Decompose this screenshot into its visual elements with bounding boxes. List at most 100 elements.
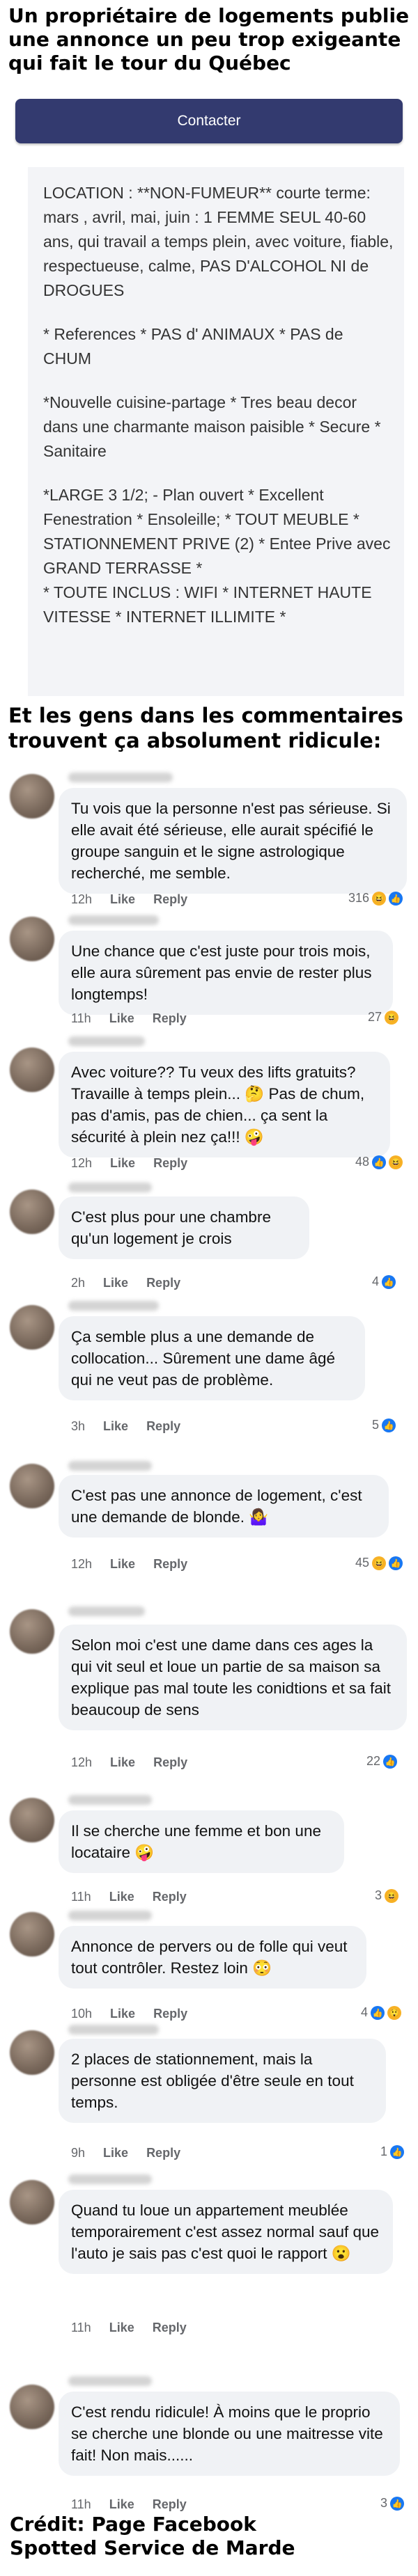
blurred-name [68,1301,159,1311]
comment-text: Selon moi c'est une dame dans ces ages l… [71,1636,392,1718]
blurred-name [68,1036,145,1046]
ad-paragraph: LOCATION : **NON-FUMEUR** courte terme: … [43,184,394,299]
reaction-count: 48 [355,1155,370,1169]
reaction-summary[interactable]: 316 😆 👍 [348,891,403,906]
reaction-count: 1 [380,2144,388,2158]
comment-time: 2h [71,1276,86,1290]
reaction-summary[interactable]: 45 😆 👍 [355,1556,403,1570]
like-button[interactable]: Like [103,2146,128,2160]
comment-time: 10h [71,2007,93,2021]
reply-button[interactable]: Reply [153,1156,187,1170]
ad-paragraph: *LARGE 3 1/2; - Plan ouvert * Excellent … [43,486,391,577]
reaction-count: 45 [355,1556,370,1570]
like-button[interactable]: Like [110,1557,135,1571]
reply-button[interactable]: Reply [153,2321,187,2334]
comment-bubble: Une chance que c'est juste pour trois mo… [59,931,393,1015]
reply-button[interactable]: Reply [146,1276,180,1290]
avatar[interactable] [10,774,54,819]
reaction-summary[interactable]: 3 👍 [380,2496,405,2511]
comment-text: Annonce de pervers ou de folle qui veut … [71,1938,348,1977]
comment-time: 12h [71,1557,93,1571]
haha-icon: 😆 [385,1010,399,1025]
reaction-summary[interactable]: 3 😆 [375,1888,399,1903]
haha-icon: 😆 [389,1155,403,1169]
reply-button[interactable]: Reply [146,1419,180,1433]
like-button[interactable]: Like [109,2497,134,2511]
avatar[interactable] [10,2385,54,2429]
avatar[interactable] [10,1190,54,1234]
comment-time: 11h [71,1011,91,1025]
avatar[interactable] [10,1305,54,1350]
avatar[interactable] [10,1912,54,1957]
reaction-summary[interactable]: 5 👍 [372,1418,396,1432]
reaction-summary[interactable]: 1 👍 [380,2144,405,2159]
reaction-count: 4 [372,1274,380,1288]
like-button[interactable]: Like [110,1156,135,1170]
comment-text: Une chance que c'est juste pour trois mo… [71,942,372,1003]
avatar[interactable] [10,1798,54,1842]
credit: Crédit: Page Facebook Spotted Service de… [10,2513,295,2560]
comment-bubble: Avec voiture?? Tu veux des lifts gratuit… [59,1052,390,1157]
reaction-count: 22 [366,1754,381,1768]
like-button[interactable]: Like [109,2321,134,2334]
reply-button[interactable]: Reply [146,2146,180,2160]
avatar[interactable] [10,1609,54,1654]
avatar[interactable] [10,2030,54,2075]
comment-time: 11h [71,2497,91,2511]
reply-button[interactable]: Reply [153,1755,187,1769]
reply-button[interactable]: Reply [153,892,187,906]
like-icon: 👍 [390,2496,405,2511]
like-button[interactable]: Like [103,1419,128,1433]
like-icon: 👍 [372,1155,387,1169]
like-button[interactable]: Like [110,2007,135,2021]
reply-button[interactable]: Reply [153,1890,187,1904]
blurred-name [68,1795,152,1805]
comment-bubble: Tu vois que la personne n'est pas sérieu… [59,788,407,894]
blurred-name [68,773,173,782]
reaction-summary[interactable]: 48 👍 😆 [355,1155,403,1169]
reply-button[interactable]: Reply [153,2497,187,2511]
comment-meta: 11h Like Reply [71,1890,205,1904]
comment-bubble: Ça semble plus a une demande de collocat… [59,1316,365,1400]
reaction-count: 4 [361,2005,369,2019]
comment-time: 12h [71,892,93,906]
care-icon: 😲 [387,2005,402,2020]
like-icon: 👍 [382,1418,396,1432]
reaction-summary[interactable]: 4 👍 [372,1274,396,1289]
reply-button[interactable]: Reply [153,1557,187,1571]
contact-button[interactable]: Contacter [15,99,403,143]
comment-meta: 11h Like Reply [71,1011,205,1026]
comment-text: Quand tu loue un appartement meublée tem… [71,2202,380,2262]
like-button[interactable]: Like [103,1276,128,1290]
reply-button[interactable]: Reply [153,2007,187,2021]
like-button[interactable]: Like [110,892,135,906]
comment-meta: 11h Like Reply [71,2497,205,2512]
like-icon: 👍 [383,1754,398,1769]
comment-bubble: Annonce de pervers ou de folle qui veut … [59,1926,366,1989]
like-button[interactable]: Like [109,1890,134,1904]
reaction-summary[interactable]: 27 😆 [368,1010,399,1025]
haha-icon: 😆 [372,891,387,906]
like-icon: 👍 [389,891,403,906]
reply-button[interactable]: Reply [153,1011,187,1025]
ad-paragraph: * TOUTE INCLUS : WIFI * INTERNET HAUTE V… [43,583,372,626]
like-button[interactable]: Like [110,1755,135,1769]
like-icon: 👍 [382,1274,396,1289]
ad-paragraph: *Nouvelle cuisine-partage * Tres beau de… [43,393,381,460]
comment-time: 9h [71,2146,86,2160]
blurred-name [68,2174,152,2184]
headline-comments: Et les gens dans les commentaires trouve… [8,704,403,752]
blurred-name [68,1183,152,1192]
avatar[interactable] [10,2180,54,2225]
comment-meta: 2h Like Reply [71,1276,199,1290]
like-button[interactable]: Like [109,1011,134,1025]
reaction-summary[interactable]: 4 👍 😲 [361,2005,402,2020]
reaction-summary[interactable]: 22 👍 [366,1754,398,1769]
avatar[interactable] [10,1464,54,1508]
comment-text: Tu vois que la personne n'est pas sérieu… [71,800,391,882]
reaction-count: 27 [368,1010,382,1024]
avatar[interactable] [10,917,54,961]
comment-bubble: Selon moi c'est une dame dans ces ages l… [59,1625,407,1730]
avatar[interactable] [10,1048,54,1092]
blurred-name [68,1461,152,1471]
